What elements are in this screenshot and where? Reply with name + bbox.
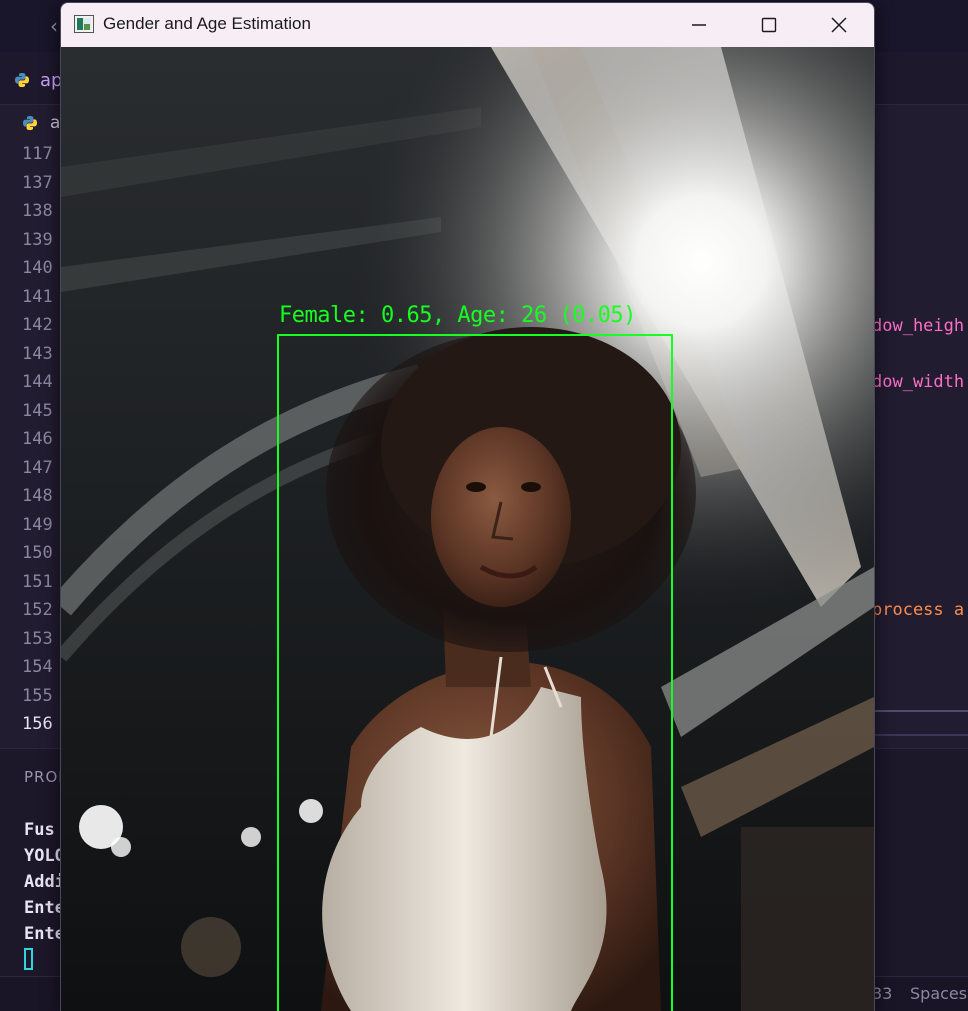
code-fragment[interactable]: process a [872,600,964,620]
line-number: 137 [22,173,53,193]
line-number: 146 [22,429,53,449]
code-fragment[interactable]: dow_width [872,372,964,392]
terminal-cursor[interactable] [24,948,33,970]
terminal-line: Ente [24,924,65,944]
line-number: 149 [22,515,53,535]
line-number: 141 [22,287,53,307]
line-number: 138 [22,201,53,221]
detection-label: Female: 0.65, Age: 26 (0.05) [279,303,636,328]
line-number: 154 [22,657,53,677]
line-number: 140 [22,258,53,278]
breadcrumb[interactable]: a [50,113,60,133]
line-number: 139 [22,230,53,250]
back-chevron-icon[interactable]: ‹ [50,14,58,38]
minimize-button[interactable] [664,3,734,47]
line-number: 144 [22,372,53,392]
terminal-line: YOLO [24,846,65,866]
close-button[interactable] [804,3,874,47]
image-viewport: Female: 0.65, Age: 26 (0.05) [61,47,874,1011]
line-number: 143 [22,344,53,364]
app-icon [74,15,94,33]
gender-age-window: Gender and Age Estimation Female: 0.65, … [60,2,875,1011]
maximize-icon [761,17,777,33]
minimize-icon [692,24,706,26]
line-number: 151 [22,572,53,592]
line-number: 145 [22,401,53,421]
line-number: 117 [22,144,53,164]
line-number: 147 [22,458,53,478]
terminal-line: Addi [24,872,65,892]
code-fragment[interactable]: dow_heigh [872,316,964,336]
window-title: Gender and Age Estimation [103,14,311,33]
line-number: 150 [22,543,53,563]
terminal-line: Fus [24,820,55,840]
python-file-icon [15,73,29,87]
status-indentation[interactable]: Spaces: [910,984,968,1003]
window-titlebar[interactable]: Gender and Age Estimation [61,3,874,47]
line-number-active: 156 [22,714,53,734]
line-number: 142 [22,315,53,335]
line-number: 152 [22,600,53,620]
face-detection-box [277,334,673,1011]
panel-divider [872,734,968,736]
current-line-highlight [872,710,968,712]
python-file-icon [23,116,37,130]
line-number: 155 [22,686,53,706]
maximize-button[interactable] [734,3,804,47]
status-column[interactable]: 33 [872,984,892,1003]
close-icon [831,17,847,33]
terminal-line: Ente [24,898,65,918]
line-number: 148 [22,486,53,506]
line-number: 153 [22,629,53,649]
